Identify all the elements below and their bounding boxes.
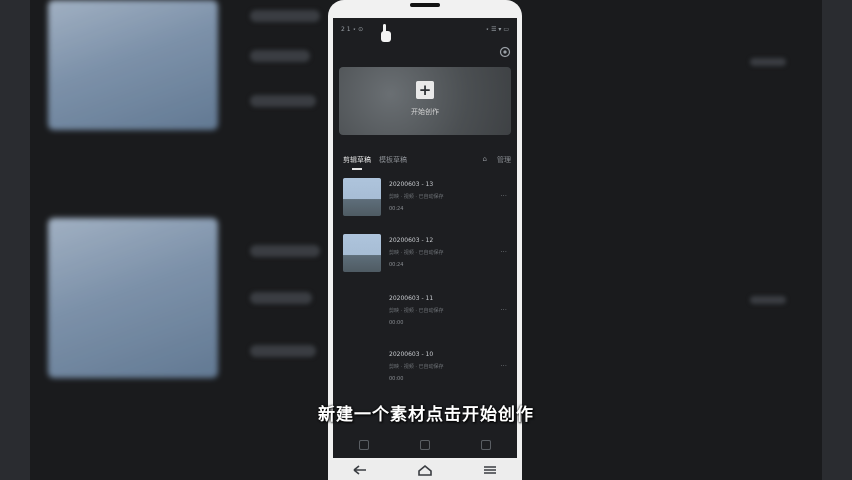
more-icon[interactable]: ···	[500, 192, 507, 200]
tab-template-drafts[interactable]: 模板草稿	[379, 155, 407, 165]
tab-tools: ⌂ 管理	[483, 155, 511, 165]
background-thumbnail	[48, 0, 218, 130]
draft-duration: 00:00	[389, 376, 404, 382]
recents-icon[interactable]	[481, 464, 499, 476]
draft-item[interactable]: 20200603 - 10 剪映 · 视频 · 已自动保存 00:00 ···	[343, 348, 513, 392]
draft-item[interactable]: 20200603 - 12 剪映 · 视频 · 已自动保存 00:24 ···	[343, 234, 513, 278]
nav-tab-icon[interactable]	[358, 440, 369, 450]
draft-title: 20200603 - 12	[389, 237, 434, 244]
draft-subtitle: 剪映 · 视频 · 已自动保存	[389, 308, 444, 314]
status-right: ⋆ ☰ ▾ ▭	[485, 26, 509, 33]
draft-duration: 00:24	[389, 262, 404, 268]
background-bar	[750, 296, 786, 304]
background-bar	[750, 58, 786, 66]
tab-edit-drafts[interactable]: 剪辑草稿	[343, 155, 371, 165]
draft-title: 20200603 - 11	[389, 295, 434, 302]
start-creation-label: 开始创作	[411, 108, 439, 116]
app-bottom-nav	[333, 432, 517, 458]
status-left: 2 1 ⋆ ⊙	[341, 26, 364, 33]
draft-item[interactable]: 20200603 - 11 剪映 · 视频 · 已自动保存 00:00 ···	[343, 292, 513, 336]
background-thumbnail	[48, 218, 218, 378]
draft-duration: 00:00	[389, 320, 404, 326]
status-bar: 2 1 ⋆ ⊙ ⋆ ☰ ▾ ▭	[341, 26, 509, 36]
draft-thumbnail	[343, 348, 381, 386]
system-nav-bar	[328, 460, 522, 480]
draft-tabs: 剪辑草稿 模板草稿 ⌂ 管理	[341, 155, 511, 171]
more-icon[interactable]: ···	[500, 362, 507, 370]
hand-pointer-icon	[381, 24, 391, 42]
background-bar	[250, 50, 310, 62]
draft-subtitle: 剪映 · 视频 · 已自动保存	[389, 250, 444, 256]
background-bar	[250, 245, 320, 257]
home-icon[interactable]	[416, 464, 434, 476]
phone-screen: 2 1 ⋆ ⊙ ⋆ ☰ ▾ ▭ + 开始创作 剪辑草稿 模板草稿 ⌂ 管理 20…	[333, 18, 517, 458]
background-bar	[250, 95, 316, 107]
active-tab-indicator	[352, 168, 362, 170]
draft-duration: 00:24	[389, 206, 404, 212]
nav-tab-icon[interactable]	[419, 440, 430, 450]
plus-icon: +	[416, 81, 434, 99]
draft-title: 20200603 - 13	[389, 181, 434, 188]
nav-tab-icon[interactable]	[481, 440, 492, 450]
draft-thumbnail	[343, 234, 381, 272]
background-bar	[250, 10, 320, 22]
manage-button[interactable]: 管理	[497, 155, 511, 165]
more-icon[interactable]: ···	[500, 248, 507, 256]
draft-thumbnail	[343, 178, 381, 216]
background-bar	[250, 345, 316, 357]
start-creation-button[interactable]: + 开始创作	[339, 67, 511, 135]
phone-speaker	[410, 3, 440, 7]
draft-subtitle: 剪映 · 视频 · 已自动保存	[389, 194, 444, 200]
more-icon[interactable]: ···	[500, 306, 507, 314]
draft-title: 20200603 - 10	[389, 351, 434, 358]
draft-item[interactable]: 20200603 - 13 剪映 · 视频 · 已自动保存 00:24 ···	[343, 178, 513, 222]
cloud-icon[interactable]: ⌂	[483, 155, 487, 165]
background-bar	[250, 292, 312, 304]
draft-thumbnail	[343, 292, 381, 330]
draft-subtitle: 剪映 · 视频 · 已自动保存	[389, 364, 444, 370]
video-subtitle: 新建一个素材点击开始创作	[318, 405, 534, 425]
back-icon[interactable]	[351, 464, 369, 476]
settings-icon[interactable]	[499, 46, 511, 58]
